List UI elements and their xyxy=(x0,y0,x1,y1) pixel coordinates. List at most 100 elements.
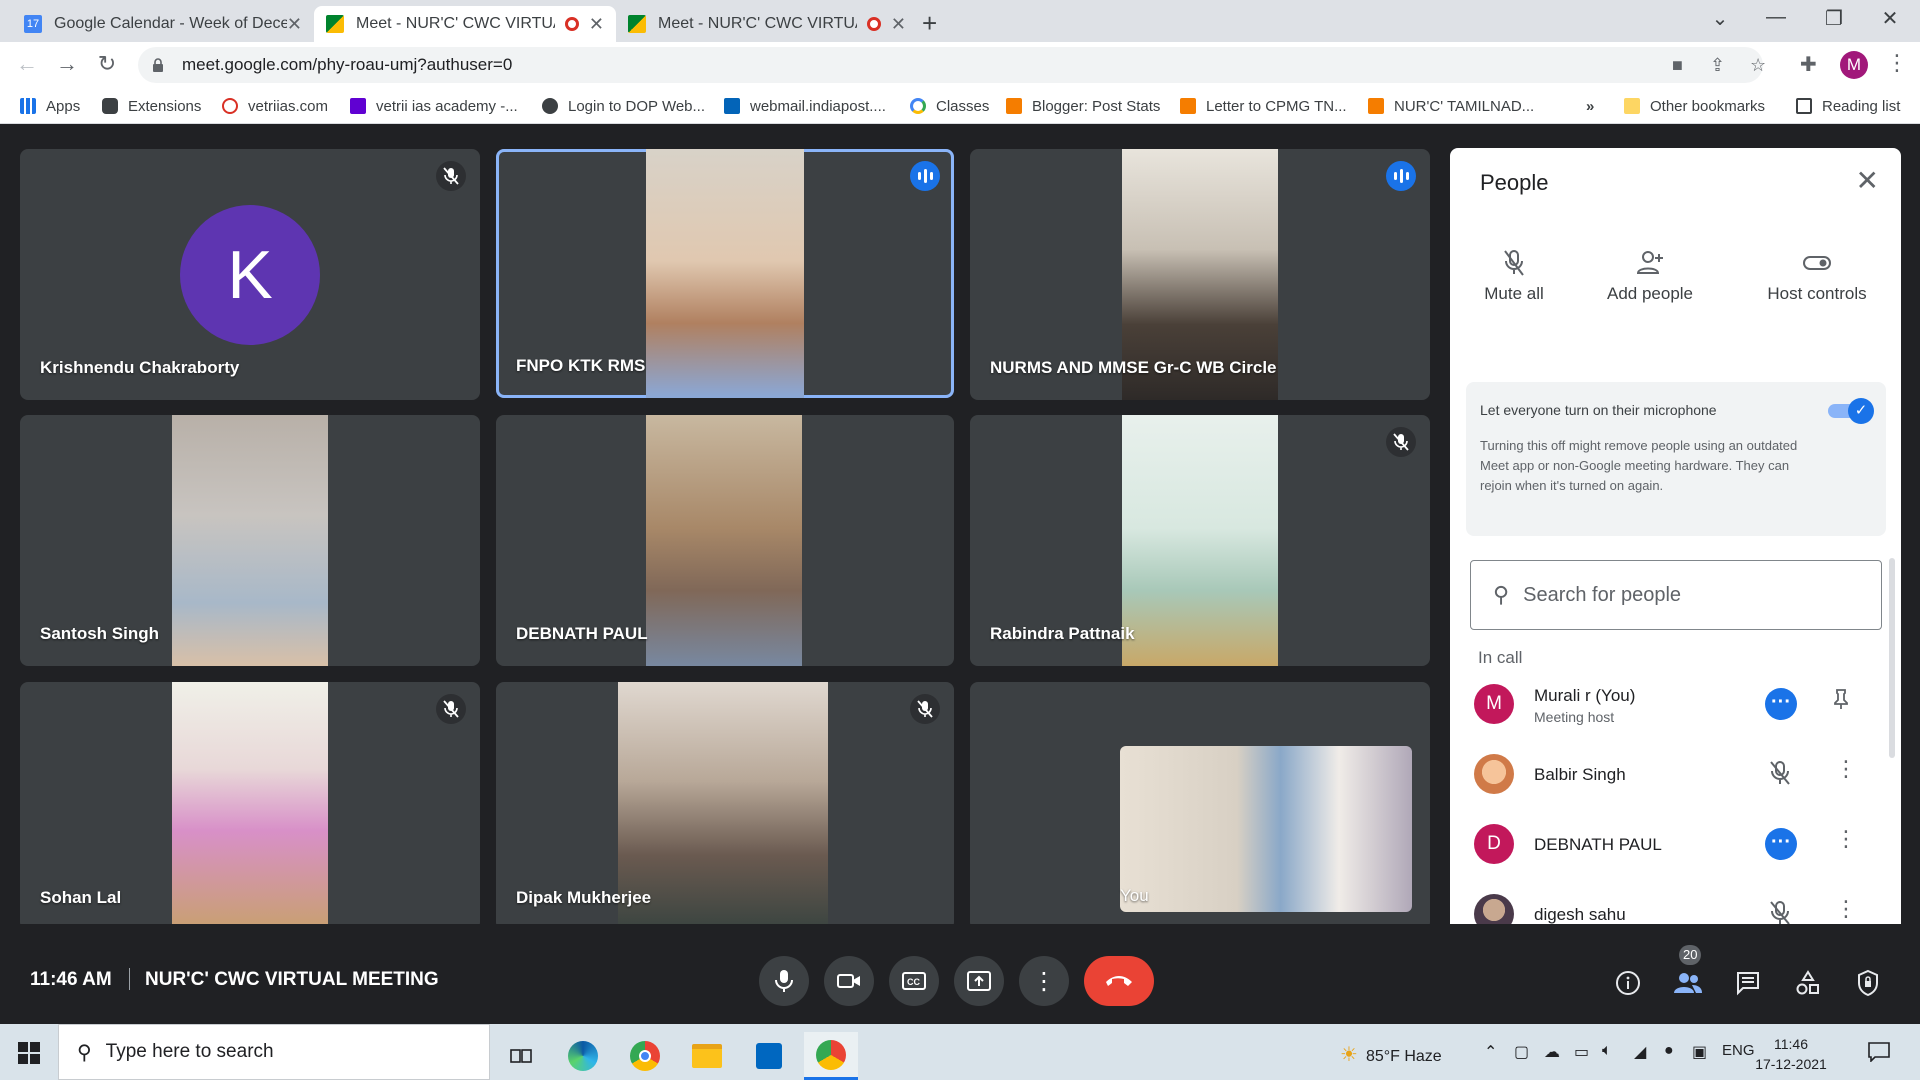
camera-in-use-icon[interactable]: ■ xyxy=(1672,55,1683,76)
participant-video xyxy=(172,682,328,930)
profile-avatar[interactable]: M xyxy=(1840,51,1868,79)
back-icon[interactable]: ← xyxy=(12,51,42,77)
more-vert-icon[interactable]: ⋮ xyxy=(1835,826,1857,852)
mic-muted-icon[interactable] xyxy=(1768,760,1792,791)
search-people-field[interactable]: ⚲ xyxy=(1470,560,1882,630)
weather-widget[interactable]: ☀ 85°F Haze xyxy=(1340,1042,1442,1067)
microphone-in-use-icon[interactable]: ● xyxy=(1664,1042,1674,1060)
bookmark-letter-cpmg[interactable]: Letter to CPMG TN... xyxy=(1180,94,1347,118)
more-vert-icon[interactable]: ⋮ xyxy=(1835,756,1857,782)
forward-icon[interactable]: → xyxy=(52,51,82,77)
extensions-puzzle-icon[interactable]: ✚ xyxy=(1800,52,1817,77)
meeting-details-icon[interactable] xyxy=(1611,966,1645,1000)
participant-tile[interactable]: Rabindra Pattnaik xyxy=(970,415,1430,666)
screen-share-tray-icon[interactable]: ▣ xyxy=(1692,1042,1707,1062)
file-explorer-icon[interactable] xyxy=(680,1032,734,1080)
microsoft-store-icon[interactable] xyxy=(742,1032,796,1080)
chat-icon[interactable] xyxy=(1731,966,1765,1000)
self-tile[interactable]: You xyxy=(970,682,1430,930)
videocam-icon xyxy=(837,974,860,988)
close-panel-icon[interactable]: ✕ xyxy=(1856,164,1879,197)
participant-tile[interactable]: Dipak Mukherjee xyxy=(496,682,954,930)
maximize-icon[interactable]: ❐ xyxy=(1814,6,1854,31)
windows-search-box[interactable]: ⚲ Type here to search xyxy=(58,1024,490,1080)
bookmark-classes[interactable]: Classes xyxy=(910,94,989,118)
address-bar[interactable]: meet.google.com/phy-roau-umj?authuser=0 xyxy=(138,47,1763,83)
participant-video xyxy=(1122,415,1278,666)
participant-tile[interactable]: K Krishnendu Chakraborty xyxy=(20,149,480,400)
reading-list-button[interactable]: Reading list xyxy=(1796,94,1900,118)
bookmarks-overflow-button[interactable]: » xyxy=(1586,94,1594,118)
panel-scrollbar[interactable] xyxy=(1889,558,1895,758)
participant-tile[interactable]: Sohan Lal xyxy=(20,682,480,930)
bookmark-vetriias[interactable]: vetriias.com xyxy=(222,94,328,118)
close-tab-icon[interactable]: ✕ xyxy=(891,14,906,35)
notifications-icon[interactable] xyxy=(1868,1042,1890,1067)
tab-meet[interactable]: Meet - NUR'C' CWC VIRTUAL ✕ xyxy=(616,6,918,42)
participant-name: digesh sahu xyxy=(1534,905,1626,924)
participant-count-badge: 20 xyxy=(1679,945,1702,965)
present-screen-button[interactable] xyxy=(954,956,1004,1006)
leave-call-button[interactable] xyxy=(1084,956,1154,1006)
host-controls-button[interactable]: Host controls xyxy=(1747,248,1887,304)
camera-button[interactable] xyxy=(824,956,874,1006)
search-people-input[interactable] xyxy=(1523,583,1854,607)
check-icon: ✓ xyxy=(1848,398,1874,424)
participant-row[interactable]: D DEBNATH PAUL ··· ⋮ xyxy=(1450,814,1901,876)
closed-captions-icon: CC xyxy=(902,972,926,990)
participant-tile[interactable]: DEBNATH PAUL xyxy=(496,415,954,666)
bookmark-webmail[interactable]: webmail.indiapost.... xyxy=(724,94,886,118)
mute-all-button[interactable]: Mute all xyxy=(1454,248,1574,304)
reload-icon[interactable]: ↻ xyxy=(92,51,122,77)
system-clock[interactable]: 11:46 17-12-2021 xyxy=(1746,1034,1836,1074)
share-icon[interactable]: ⇪ xyxy=(1710,55,1725,76)
task-view-icon[interactable] xyxy=(494,1032,548,1080)
tab-google-calendar[interactable]: 17 Google Calendar - Week of Dece ✕ xyxy=(12,6,314,42)
battery-icon[interactable]: ▭ xyxy=(1574,1042,1589,1062)
bookmark-blogger-stats[interactable]: Blogger: Post Stats xyxy=(1006,94,1160,118)
onedrive-cloud-icon[interactable]: ☁ xyxy=(1544,1042,1560,1062)
tab-search-chevron-icon[interactable]: ⌄ xyxy=(1700,6,1740,31)
bookmark-star-icon[interactable]: ☆ xyxy=(1750,55,1766,76)
participant-row[interactable]: Balbir Singh ⋮ xyxy=(1450,744,1901,806)
more-options-icon[interactable]: ··· xyxy=(1765,688,1797,720)
more-vert-icon[interactable]: ⋮ xyxy=(1835,896,1857,922)
close-tab-icon[interactable]: ✕ xyxy=(287,14,302,35)
new-tab-icon[interactable]: + xyxy=(922,8,937,39)
chrome-profile-active-icon[interactable] xyxy=(804,1032,858,1080)
browser-menu-icon[interactable]: ⋮ xyxy=(1886,50,1908,76)
people-icon[interactable] xyxy=(1671,966,1705,1000)
pin-icon[interactable] xyxy=(1832,688,1850,716)
bookmark-extensions[interactable]: Extensions xyxy=(102,94,201,118)
bookmark-vetrii-ias[interactable]: vetrii ias academy -... xyxy=(350,94,518,118)
more-options-icon[interactable]: ⋮ xyxy=(1019,956,1069,1006)
clock-date: 17-12-2021 xyxy=(1755,1056,1827,1072)
wifi-icon[interactable]: ◢ xyxy=(1634,1042,1646,1062)
more-options-icon[interactable]: ··· xyxy=(1765,828,1797,860)
host-controls-shield-icon[interactable] xyxy=(1851,966,1885,1000)
chrome-icon[interactable] xyxy=(618,1032,672,1080)
participant-tile[interactable]: NURMS AND MMSE Gr-C WB Circle xyxy=(970,149,1430,400)
participant-tile[interactable]: Santosh Singh xyxy=(20,415,480,666)
participant-row[interactable]: M Murali r (You) Meeting host ··· xyxy=(1450,674,1901,736)
participant-tile[interactable]: FNPO KTK RMS xyxy=(496,149,954,398)
edge-browser-icon[interactable] xyxy=(556,1032,610,1080)
activities-icon[interactable] xyxy=(1791,966,1825,1000)
blogger-icon xyxy=(1368,98,1384,114)
bookmark-dop-login[interactable]: Login to DOP Web... xyxy=(542,94,705,118)
mic-permission-toggle[interactable]: ✓ xyxy=(1828,396,1874,424)
close-window-icon[interactable]: ✕ xyxy=(1870,6,1910,31)
bookmark-nurc-tamilnadu[interactable]: NUR'C' TAMILNAD... xyxy=(1368,94,1534,118)
close-tab-icon[interactable]: ✕ xyxy=(589,14,604,35)
microphone-button[interactable] xyxy=(759,956,809,1006)
other-bookmarks-folder[interactable]: Other bookmarks xyxy=(1624,94,1765,118)
tab-meet-active[interactable]: Meet - NUR'C' CWC VIRTUAL ✕ xyxy=(314,6,616,42)
add-people-button[interactable]: Add people xyxy=(1590,248,1710,304)
windows-start-icon[interactable] xyxy=(18,1042,40,1064)
captions-button[interactable]: CC xyxy=(889,956,939,1006)
tray-device-icon[interactable]: ▢ xyxy=(1514,1042,1529,1062)
bookmark-apps[interactable]: Apps xyxy=(20,94,80,118)
minimize-icon[interactable]: — xyxy=(1756,6,1796,29)
show-hidden-icons-chevron-icon[interactable]: ⌃ xyxy=(1484,1042,1497,1062)
volume-icon[interactable]: 🔈︎ xyxy=(1602,1042,1612,1060)
